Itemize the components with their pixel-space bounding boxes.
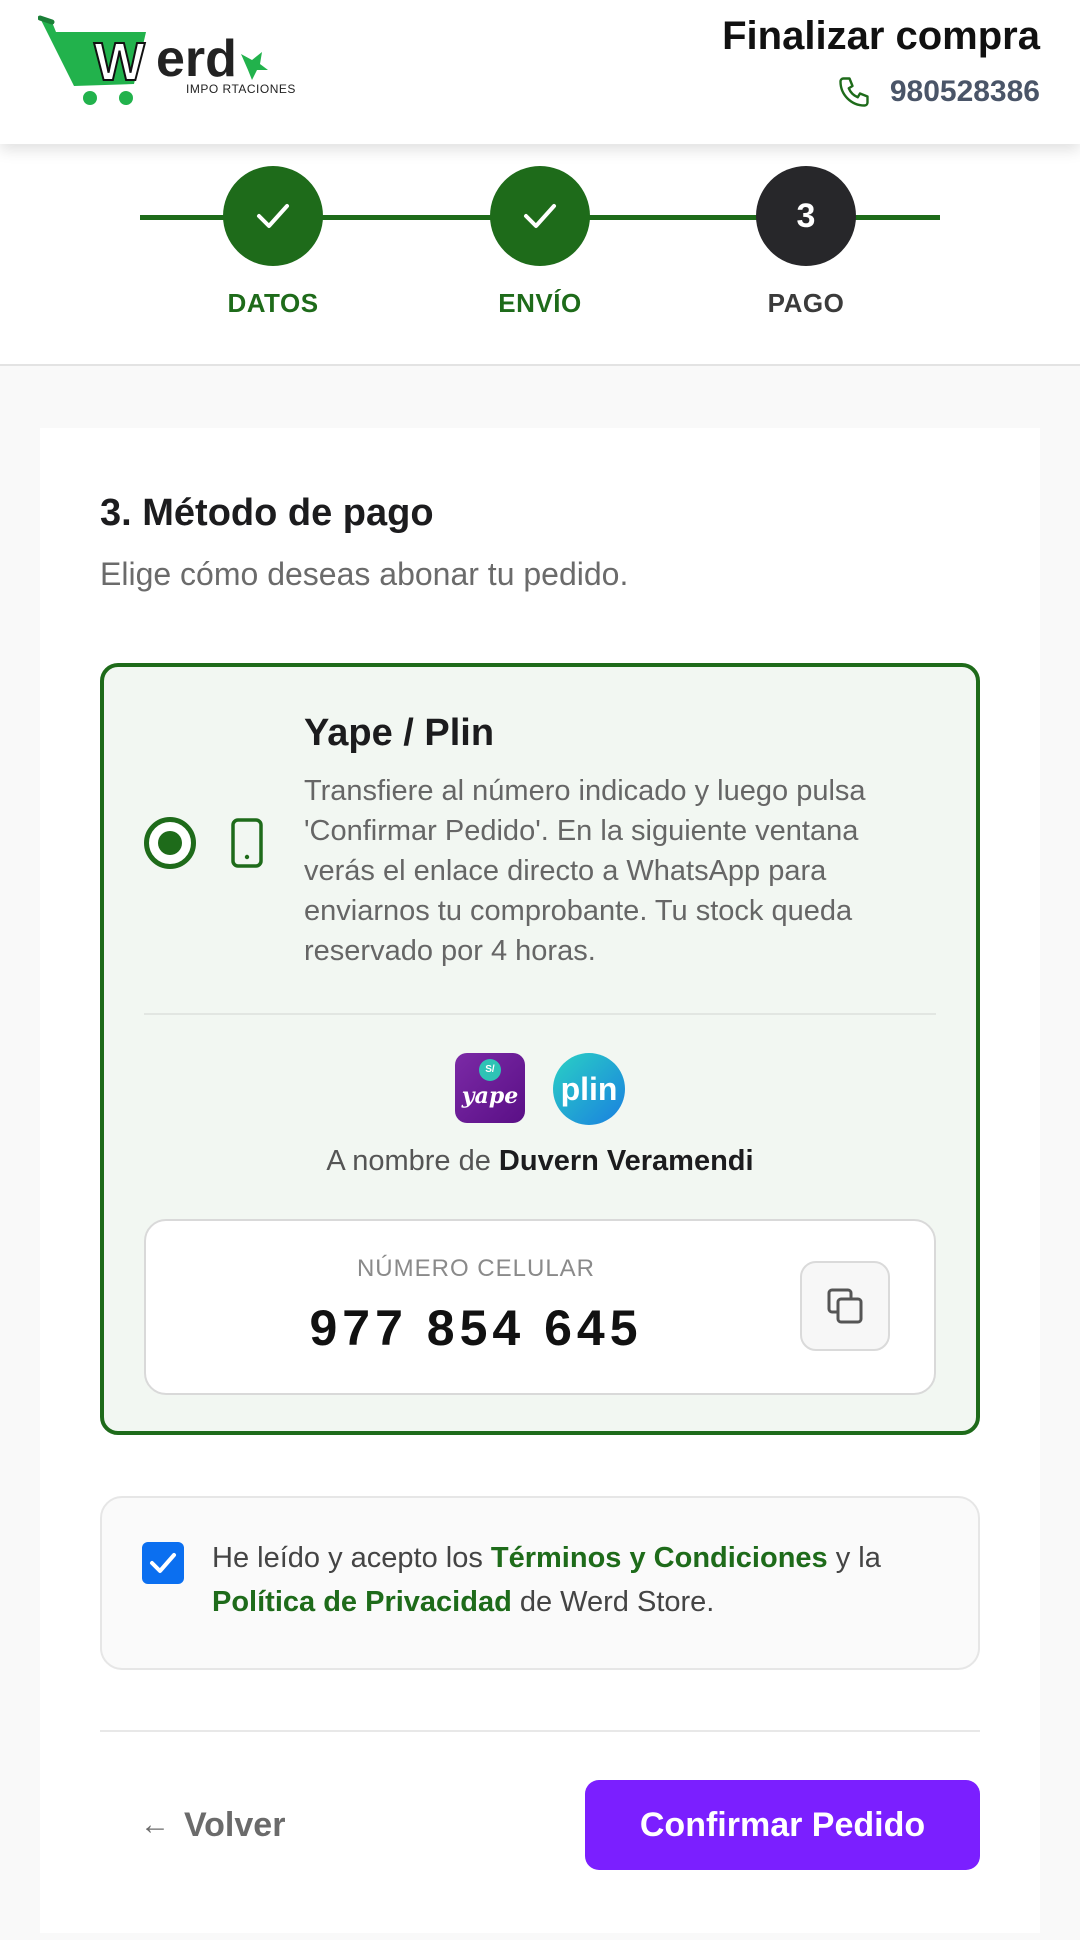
copy-icon [827, 1288, 863, 1324]
terms-text: He leído y acepto los Términos y Condici… [212, 1536, 932, 1624]
yape-logo: S/ yape [455, 1053, 525, 1123]
terms-text-3: de Werd Store. [511, 1586, 715, 1618]
section-subtitle: Elige cómo deseas abonar tu pedido. [100, 556, 629, 592]
step-pago-number: 3 [756, 166, 856, 266]
terms-text-1: He leído y acepto los [212, 1542, 491, 1574]
number-label: NÚMERO CELULAR [356, 1255, 596, 1282]
check-icon [257, 204, 289, 228]
step-datos-label: DATOS [227, 288, 319, 318]
header: W erd IMPO RTACIONES Finalizar compra 98… [0, 0, 1080, 144]
back-label: Volver [184, 1805, 286, 1844]
brand-text: erd [156, 30, 237, 88]
phone-icon [839, 77, 869, 107]
divider [100, 1730, 980, 1732]
back-button[interactable]: ← Volver [140, 1780, 285, 1870]
step-pago-label: PAGO [767, 288, 845, 318]
privacy-link[interactable]: Política de Privacidad [212, 1586, 512, 1618]
phone-contact[interactable]: 980528386 [836, 72, 1040, 112]
step-envio-label: ENVÍO [498, 288, 582, 318]
holder-prefix: A nombre de [326, 1145, 491, 1177]
plin-logo: plin [553, 1053, 625, 1125]
mobile-phone-icon [231, 818, 263, 868]
method-name: Yape / Plin [304, 712, 495, 754]
step-envio[interactable]: ENVÍO [440, 166, 640, 319]
section-title: 3. Método de pago [100, 492, 434, 534]
step-datos[interactable]: DATOS [173, 166, 373, 319]
holder-name: Duvern Veramendi [498, 1145, 754, 1177]
copy-button[interactable] [800, 1261, 890, 1351]
account-holder: A nombre de Duvern Veramendi [104, 1145, 976, 1178]
terms-checkbox[interactable] [142, 1542, 184, 1584]
step-datos-circle [223, 166, 323, 266]
payment-phone-number: 977 854 645 [309, 1300, 643, 1356]
phone-number: 980528386 [889, 75, 1040, 108]
terms-box: He leído y acepto los Términos y Condici… [100, 1496, 980, 1670]
phone-number-box: NÚMERO CELULAR 977 854 645 [144, 1219, 936, 1395]
divider [144, 1013, 936, 1015]
page-title: Finalizar compra [722, 14, 1040, 58]
checkout-stepper: DATOS ENVÍO 3 PAGO [0, 144, 1080, 366]
svg-text:W: W [94, 32, 145, 92]
method-description: Transfiere al número indicado y luego pu… [304, 775, 866, 967]
terms-link[interactable]: Términos y Condiciones [491, 1542, 828, 1574]
check-icon [524, 204, 556, 228]
brand-subtitle: IMPO RTACIONES [186, 82, 296, 96]
payment-card: 3. Método de pago Elige cómo deseas abon… [40, 428, 1040, 1933]
step-envio-circle [490, 166, 590, 266]
payment-logos: S/ yape plin [104, 1053, 976, 1125]
arrow-left-icon: ← [140, 1808, 170, 1841]
yape-logo-badge: S/ [479, 1059, 501, 1081]
payment-radio[interactable] [144, 817, 196, 869]
confirm-order-button[interactable]: Confirmar Pedido [585, 1780, 980, 1870]
terms-text-2: y la [827, 1542, 881, 1574]
check-icon [150, 1553, 176, 1573]
yape-logo-text: yape [461, 1083, 519, 1109]
step-pago: 3 PAGO [706, 166, 906, 319]
payment-option-yape-plin[interactable]: Yape / Plin Transfiere al número indicad… [100, 663, 980, 1435]
